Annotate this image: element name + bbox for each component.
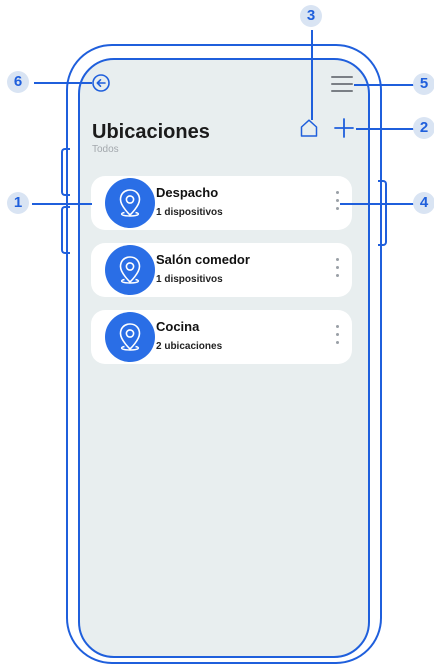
add-location-button[interactable] [333,117,355,139]
more-options-button[interactable] [334,191,340,213]
callout-2: 2 [413,117,434,139]
more-dot [336,325,339,328]
location-card-salon-comedor[interactable]: Salón comedor 1 dispositivos [91,243,352,297]
location-card-cocina[interactable]: Cocina 2 ubicaciones [91,310,352,364]
more-dot [336,258,339,261]
callout-1-line [32,203,92,205]
menu-button[interactable] [331,76,353,94]
location-card-despacho[interactable]: Despacho 1 dispositivos [91,176,352,230]
more-options-button[interactable] [334,258,340,280]
home-button[interactable] [298,117,320,139]
back-arrow-circle-icon [92,74,110,92]
callout-4-line [340,203,416,205]
location-pin-icon [105,312,155,362]
callout-6-line [34,82,92,84]
callout-1: 1 [7,192,29,214]
more-dot [336,333,339,336]
more-options-button[interactable] [334,325,340,347]
more-dot [336,274,339,277]
plus-icon [334,118,354,138]
callout-2-line [356,128,416,130]
location-detail: 1 dispositivos [156,207,223,218]
menu-bar [331,90,353,92]
page-title: Ubicaciones [92,121,210,143]
menu-bar [331,76,353,78]
home-icon [300,119,318,137]
more-dot [336,199,339,202]
more-dot [336,266,339,269]
location-name: Despacho [156,185,219,200]
back-button[interactable] [91,73,111,93]
callout-6: 6 [7,71,29,93]
page-subtitle: Todos [92,144,119,155]
more-dot [336,341,339,344]
callout-5: 5 [413,73,434,95]
location-name: Cocina [156,319,200,334]
location-pin-icon [105,245,155,295]
more-dot [336,191,339,194]
menu-bar [331,83,353,85]
location-name: Salón comedor [156,252,250,267]
location-detail: 2 ubicaciones [156,341,223,352]
callout-5-line [354,84,416,86]
callout-3-line [311,30,313,120]
callout-4: 4 [413,192,434,214]
location-detail: 1 dispositivos [156,274,223,285]
location-pin-icon [105,178,155,228]
callout-3: 3 [300,5,322,27]
more-dot [336,207,339,210]
